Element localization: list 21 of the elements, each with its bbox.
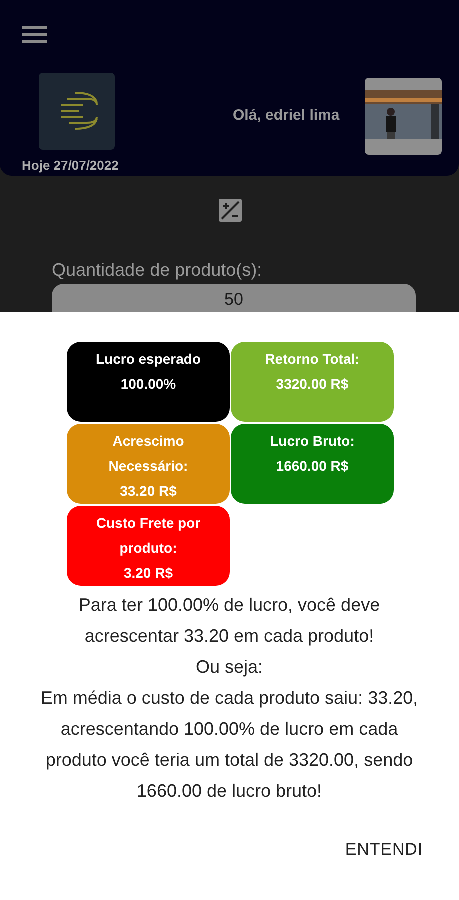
card-value: 3320.00 R$ — [276, 375, 349, 394]
card-label: Lucro Bruto: — [270, 432, 355, 451]
card-value: 3.20 R$ — [124, 564, 174, 583]
card-label: Custo Frete por produto: — [95, 514, 202, 558]
greeting-text: Olá, edriel lima — [233, 106, 340, 126]
message-text: Ou seja: — [194, 656, 264, 679]
card-label: Retorno Total: — [265, 350, 360, 369]
card-value: 100.00% — [120, 375, 176, 394]
menu-icon[interactable] — [22, 26, 47, 44]
card-label: Lucro esperado — [96, 350, 202, 369]
message-text: Para ter 100.00% de lucro, você deve acrescentar 33.20 em cada produto! — [78, 594, 382, 648]
ok-button[interactable]: ENTENDI — [345, 837, 423, 862]
quantity-label: Quantidade de produto(s): — [52, 259, 262, 282]
logo-icon — [39, 73, 115, 150]
message-text: Em média o custo de cada produto saiu: 33.20, acrescentando 100.00% de lucro em cada produto você teria um total de 3320.00, sendo 1660.00 de lucro bruto! — [40, 687, 420, 803]
quantity-field[interactable]: 50 — [52, 284, 416, 312]
date-label: Hoje 27/07/2022 — [22, 157, 119, 175]
card-value: 33.20 R$ — [120, 482, 177, 501]
exposure-icon[interactable] — [219, 199, 242, 222]
card-value: 1660.00 R$ — [276, 457, 349, 476]
card-label: Acrescimo Necessário: — [108, 432, 190, 476]
